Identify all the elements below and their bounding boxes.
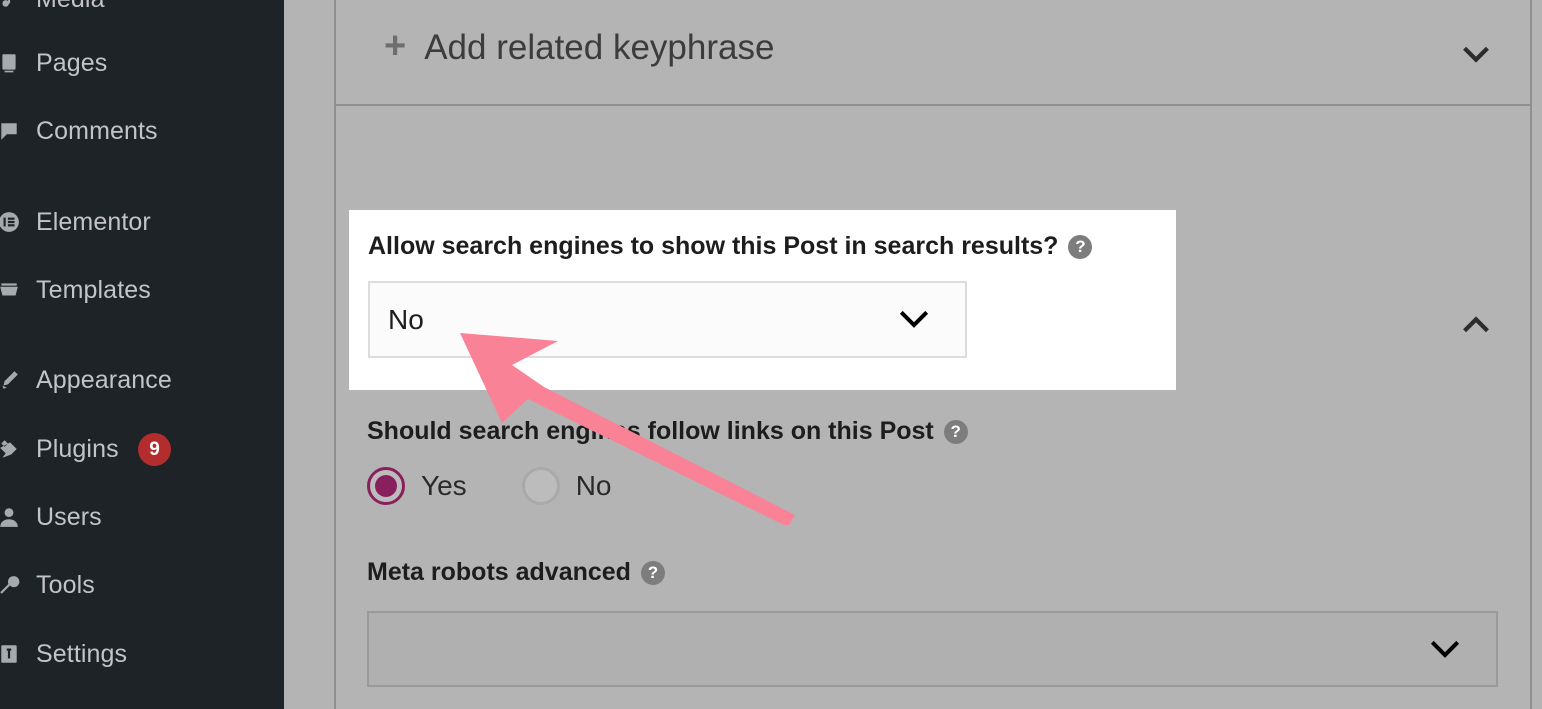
tools-icon xyxy=(0,572,26,598)
help-icon[interactable]: ? xyxy=(1068,234,1093,259)
follow-links-radio-no-label: No xyxy=(575,470,612,501)
follow-links-radio-yes-label: Yes xyxy=(421,470,467,501)
meta-robots-advanced-select[interactable] xyxy=(367,611,1498,687)
allow-search-engines-select[interactable]: No xyxy=(368,281,967,358)
elementor-icon xyxy=(0,209,26,235)
sidebar-item-label: Comments xyxy=(36,116,158,145)
add-related-keyphrase-label: Add related keyphrase xyxy=(424,28,775,67)
radio-selected-icon xyxy=(367,467,405,505)
radio-unselected-icon xyxy=(521,467,560,505)
chevron-down-icon xyxy=(1430,640,1460,660)
sidebar-item-users[interactable]: Users xyxy=(0,500,284,534)
meta-robots-advanced-label: Meta robots advanced ? xyxy=(367,558,665,587)
settings-icon xyxy=(0,641,26,667)
sidebar-item-label: Pages xyxy=(36,48,108,77)
users-icon xyxy=(0,504,26,530)
allow-search-engines-label: Allow search engines to show this Post i… xyxy=(368,232,1093,261)
help-icon[interactable]: ? xyxy=(943,419,968,444)
sidebar-item-templates[interactable]: Templates xyxy=(0,273,284,307)
chevron-up-icon[interactable] xyxy=(1459,308,1493,342)
templates-icon xyxy=(0,277,26,303)
add-related-keyphrase-title: + Add related keyphrase xyxy=(384,25,775,68)
plus-icon: + xyxy=(384,25,407,67)
sidebar-item-label: Elementor xyxy=(36,207,151,236)
meta-robots-advanced-label-text: Meta robots advanced xyxy=(367,558,631,586)
chevron-down-icon[interactable] xyxy=(1459,37,1493,71)
follow-links-radio-group: Yes No xyxy=(367,467,611,505)
sidebar-item-appearance[interactable]: Appearance xyxy=(0,363,284,397)
follow-links-radio-no[interactable]: No xyxy=(521,467,612,505)
sidebar-item-label: Plugins xyxy=(36,434,119,463)
follow-links-label-text: Should search engines follow links on th… xyxy=(367,417,934,445)
sidebar-item-settings[interactable]: Settings xyxy=(0,637,284,671)
plugins-update-badge: 9 xyxy=(138,433,171,466)
sidebar-item-pages[interactable]: Pages xyxy=(0,46,284,80)
media-icon xyxy=(0,0,26,12)
sidebar-item-label: Tools xyxy=(36,570,95,599)
allow-search-engines-highlight-card: Allow search engines to show this Post i… xyxy=(349,210,1176,390)
sidebar-item-comments[interactable]: Comments xyxy=(0,114,284,148)
appearance-icon xyxy=(0,367,26,393)
sidebar-item-media[interactable]: Media xyxy=(0,0,284,16)
plugins-icon xyxy=(0,436,26,462)
add-related-keyphrase-row[interactable]: + Add related keyphrase xyxy=(336,0,1530,106)
screen: Media Pages Comments Elementor Templates xyxy=(0,0,1542,709)
allow-search-engines-label-text: Allow search engines to show this Post i… xyxy=(368,232,1059,260)
sidebar-item-label: Settings xyxy=(36,639,128,668)
chevron-down-icon xyxy=(899,310,929,330)
sidebar-item-label: Media xyxy=(36,0,105,14)
follow-links-radio-yes[interactable]: Yes xyxy=(367,467,467,505)
sidebar-item-label: Users xyxy=(36,502,102,531)
sidebar-item-label: Templates xyxy=(36,275,151,304)
follow-links-label: Should search engines follow links on th… xyxy=(367,417,968,446)
sidebar-item-elementor[interactable]: Elementor xyxy=(0,205,284,239)
help-icon[interactable]: ? xyxy=(640,560,665,585)
sidebar-item-label: Appearance xyxy=(36,365,172,394)
pages-icon xyxy=(0,50,26,76)
allow-search-engines-value: No xyxy=(388,304,424,335)
sidebar-item-plugins[interactable]: Plugins 9 xyxy=(0,432,284,466)
comments-icon xyxy=(0,118,26,144)
admin-sidebar: Media Pages Comments Elementor Templates xyxy=(0,0,284,709)
sidebar-item-tools[interactable]: Tools xyxy=(0,568,284,602)
